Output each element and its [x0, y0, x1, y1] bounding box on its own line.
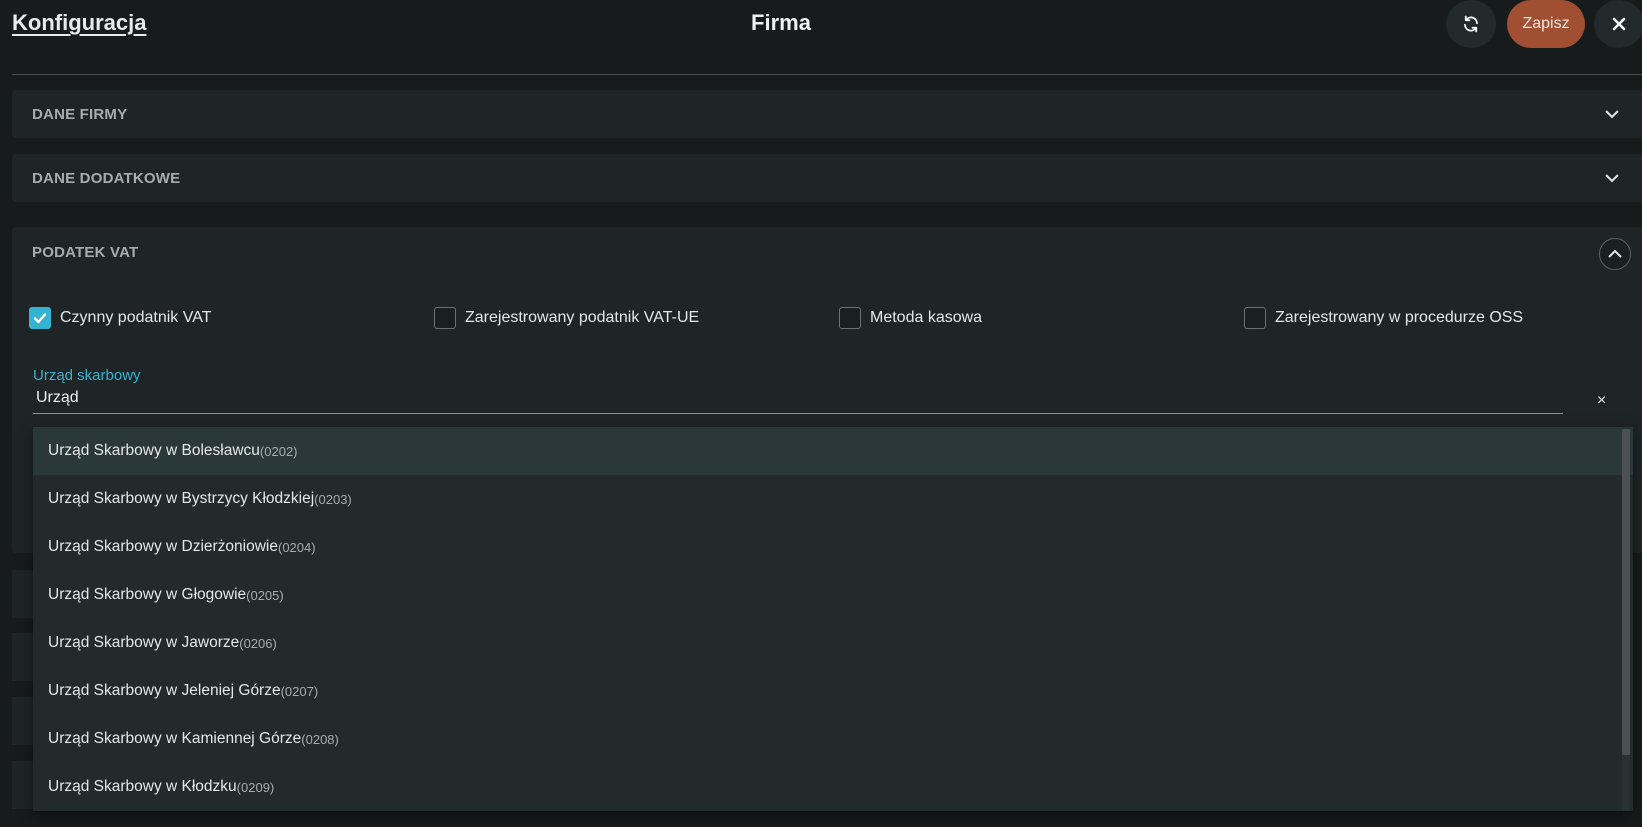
option-name: Urząd Skarbowy w Bystrzycy Kłodzkiej [48, 490, 315, 507]
section-title: DANE FIRMY [32, 106, 128, 123]
refresh-icon [1464, 15, 1478, 33]
option-code: (0206) [239, 635, 277, 651]
save-button[interactable]: Zapisz [1507, 0, 1585, 48]
checkbox-metoda-kasowa[interactable]: Metoda kasowa [839, 307, 982, 329]
checkbox-box[interactable] [434, 307, 456, 329]
checkbox-vat-ue[interactable]: Zarejestrowany podatnik VAT-UE [434, 307, 699, 329]
dropdown-option[interactable]: Urząd Skarbowy w Głogowie (0205) [33, 571, 1633, 619]
chevron-down-icon[interactable] [1602, 168, 1622, 188]
checkbox-oss[interactable]: Zarejestrowany w procedurze OSS [1244, 307, 1523, 329]
checkbox-label: Metoda kasowa [870, 309, 983, 326]
section-dane-dodatkowe[interactable]: DANE DODATKOWE [12, 154, 1642, 202]
checkbox-label: Zarejestrowany w procedurze OSS [1275, 309, 1524, 326]
option-code: (0205) [246, 587, 284, 603]
top-bar: Konfiguracja Firma Zapisz [0, 0, 1642, 74]
dropdown-scrollbar[interactable] [1622, 427, 1630, 811]
checkbox-box[interactable] [839, 307, 861, 329]
dropdown-option[interactable]: Urząd Skarbowy w Kamiennej Górze (0208) [33, 715, 1633, 763]
chevron-down-icon[interactable] [1602, 104, 1622, 124]
option-code: (0203) [314, 491, 352, 507]
dropdown-option[interactable]: Urząd Skarbowy w Bystrzycy Kłodzkiej (020… [33, 475, 1633, 523]
option-code: (0204) [278, 539, 316, 555]
collapse-button[interactable] [1599, 238, 1631, 270]
tax-office-dropdown: Urząd Skarbowy w Bolesławcu (0202) Urząd … [33, 427, 1633, 811]
section-title: DANE DODATKOWE [32, 170, 181, 187]
dropdown-option[interactable]: Urząd Skarbowy w Bolesławcu (0202) [33, 427, 1633, 475]
option-code: (0208) [301, 731, 339, 747]
checkbox-czynny-podatnik-vat[interactable]: Czynny podatnik VAT [29, 307, 211, 329]
vat-options: Czynny podatnik VAT Zarejestrowany podat… [29, 307, 1629, 333]
dropdown-option[interactable]: Urząd Skarbowy w Jaworze (0206) [33, 619, 1633, 667]
option-name: Urząd Skarbowy w Jeleniej Górze [48, 682, 281, 699]
option-name: Urząd Skarbowy w Jaworze [48, 634, 240, 651]
checkbox-label: Zarejestrowany podatnik VAT-UE [465, 309, 700, 326]
section-dane-firmy[interactable]: DANE FIRMY [12, 90, 1642, 138]
option-name: Urząd Skarbowy w Kłodzku [48, 778, 237, 795]
close-button[interactable] [1594, 0, 1642, 48]
option-code: (0209) [236, 779, 275, 795]
tax-office-label: Urząd skarbowy [33, 367, 141, 384]
option-code: (0207) [280, 683, 319, 699]
checkbox-box[interactable] [1244, 307, 1266, 329]
tax-office-underline [33, 413, 1563, 414]
tax-office-input[interactable] [33, 386, 1569, 410]
section-title: PODATEK VAT [32, 244, 139, 261]
option-code: (0202) [259, 443, 298, 459]
checkbox-box[interactable] [29, 307, 51, 329]
option-name: Urząd Skarbowy w Bolesławcu [48, 442, 260, 459]
check-icon [33, 313, 47, 324]
option-name: Urząd Skarbowy w Kamiennej Górze [48, 730, 302, 747]
refresh-button[interactable] [1446, 0, 1496, 48]
scrollbar-thumb[interactable] [1622, 429, 1630, 755]
option-name: Urząd Skarbowy w Dzierżoniowie [48, 538, 278, 555]
option-name: Urząd Skarbowy w Głogowie [48, 586, 247, 603]
page-title: Firma [751, 10, 811, 35]
header-divider [12, 74, 1642, 75]
dropdown-option[interactable]: Urząd Skarbowy w Jeleniej Górze (0207) [33, 667, 1633, 715]
close-icon [1612, 17, 1626, 31]
dropdown-option[interactable]: Urząd Skarbowy w Dzierżoniowie (0204) [33, 523, 1633, 571]
clear-icon[interactable]: × [1597, 392, 1606, 410]
checkbox-label: Czynny podatnik VAT [60, 309, 212, 326]
chevron-up-icon [1608, 249, 1622, 258]
dropdown-option[interactable]: Urząd Skarbowy w Kłodzku (0209) [33, 763, 1633, 811]
